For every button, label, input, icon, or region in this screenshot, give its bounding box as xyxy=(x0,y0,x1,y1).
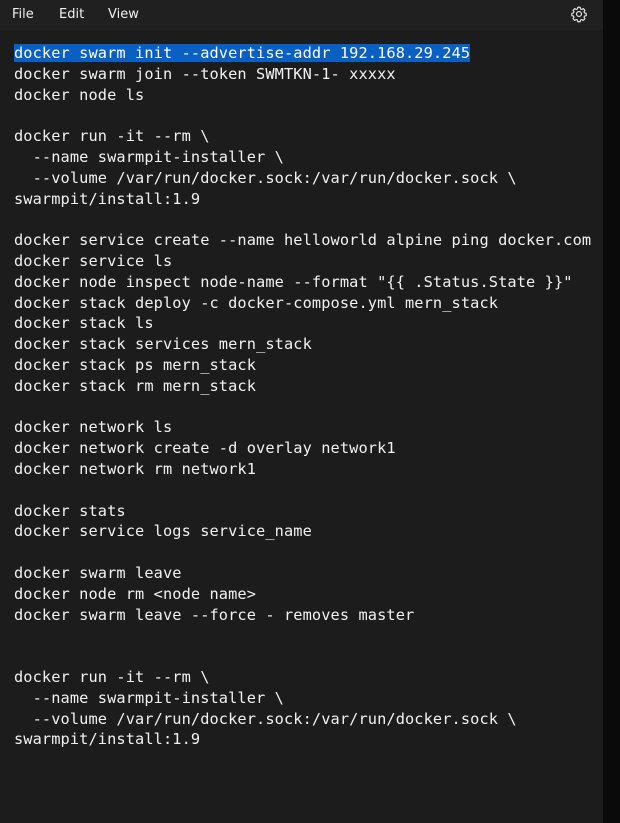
text-line[interactable]: docker stack ls xyxy=(14,313,603,334)
text-line[interactable]: --volume /var/run/docker.sock:/var/run/d… xyxy=(14,168,603,189)
text-line[interactable]: docker network rm network1 xyxy=(14,459,603,480)
text-line[interactable] xyxy=(14,397,603,418)
text-line[interactable]: docker stack rm mern_stack xyxy=(14,376,603,397)
settings-button[interactable] xyxy=(570,5,588,23)
text-line-content: docker swarm join --token SWMTKN-1- xxxx… xyxy=(14,64,396,83)
text-line-content: docker stack services mern_stack xyxy=(14,335,312,354)
text-line-content: docker stack deploy -c docker-compose.ym… xyxy=(14,293,499,312)
text-line-content: docker stack ps mern_stack xyxy=(14,355,257,374)
text-line[interactable]: docker swarm init --advertise-addr 192.1… xyxy=(14,43,603,64)
text-line[interactable]: --name swarmpit-installer \ xyxy=(14,688,603,709)
text-line-content: docker node inspect node-name --format "… xyxy=(14,272,573,291)
selected-text: docker swarm init --advertise-addr 192.1… xyxy=(14,44,471,62)
text-line[interactable]: docker network create -d overlay network… xyxy=(14,438,603,459)
text-line[interactable]: docker node ls xyxy=(14,85,603,106)
text-line[interactable] xyxy=(14,105,603,126)
text-line-content: docker network rm network1 xyxy=(14,459,257,478)
text-line-content: docker service create --name helloworld … xyxy=(14,231,592,250)
text-line[interactable] xyxy=(14,209,603,230)
text-line[interactable]: docker run -it --rm \ xyxy=(14,126,603,147)
text-line-content: docker network ls xyxy=(14,418,173,437)
text-line[interactable]: docker node rm <node name> xyxy=(14,584,603,605)
text-line[interactable]: docker swarm leave --force - removes mas… xyxy=(14,605,603,626)
menu-file[interactable]: File xyxy=(12,5,34,25)
text-line[interactable]: docker service logs service_name xyxy=(14,521,603,542)
text-line-content: --name swarmpit-installer \ xyxy=(14,147,284,166)
text-line[interactable]: docker service create --name helloworld … xyxy=(14,230,603,251)
text-line-content: docker swarm leave xyxy=(14,563,182,582)
text-editor-area[interactable]: docker swarm init --advertise-addr 192.1… xyxy=(14,43,603,750)
text-line[interactable] xyxy=(14,646,603,667)
text-line-content: --volume /var/run/docker.sock:/var/run/d… xyxy=(14,709,517,728)
text-line-content: docker node rm <node name> xyxy=(14,584,257,603)
text-line-content: docker network create -d overlay network… xyxy=(14,439,396,458)
text-line[interactable]: docker service ls xyxy=(14,251,603,272)
text-line[interactable]: --volume /var/run/docker.sock:/var/run/d… xyxy=(14,709,603,730)
menu-view[interactable]: View xyxy=(108,5,139,25)
text-line[interactable]: docker swarm leave xyxy=(14,563,603,584)
text-line[interactable] xyxy=(14,625,603,646)
text-line-content: docker stack rm mern_stack xyxy=(14,376,257,395)
text-line-content: docker service logs service_name xyxy=(14,522,312,541)
text-line[interactable]: docker run -it --rm \ xyxy=(14,667,603,688)
text-line-content: --name swarmpit-installer \ xyxy=(14,688,284,707)
text-line[interactable]: docker stack services mern_stack xyxy=(14,334,603,355)
text-line[interactable]: swarmpit/install:1.9 xyxy=(14,189,603,210)
menu-bar: File Edit View xyxy=(0,0,603,30)
text-line-content: docker swarm leave --force - removes mas… xyxy=(14,605,415,624)
text-line-content: docker run -it --rm \ xyxy=(14,667,210,686)
text-line-content: docker stack ls xyxy=(14,314,154,333)
text-line-content: docker node ls xyxy=(14,85,145,104)
text-line-content: docker service ls xyxy=(14,251,173,270)
text-line[interactable] xyxy=(14,542,603,563)
text-line[interactable]: docker stack ps mern_stack xyxy=(14,355,603,376)
gear-icon xyxy=(571,6,587,23)
notepad-window: File Edit View docker swarm init --adver… xyxy=(0,0,603,823)
text-line-content: swarmpit/install:1.9 xyxy=(14,189,201,208)
menu-edit[interactable]: Edit xyxy=(59,5,84,25)
text-line[interactable]: swarmpit/install:1.9 xyxy=(14,729,603,750)
text-line[interactable]: docker node inspect node-name --format "… xyxy=(14,272,603,293)
text-line[interactable]: docker swarm join --token SWMTKN-1- xxxx… xyxy=(14,64,603,85)
text-line-content: --volume /var/run/docker.sock:/var/run/d… xyxy=(14,168,517,187)
window-edge xyxy=(603,0,620,823)
text-line[interactable] xyxy=(14,480,603,501)
text-line-content: swarmpit/install:1.9 xyxy=(14,730,201,749)
text-line[interactable]: --name swarmpit-installer \ xyxy=(14,147,603,168)
text-line-content: docker stats xyxy=(14,501,126,520)
text-line-content: docker run -it --rm \ xyxy=(14,127,210,146)
text-line[interactable]: docker network ls xyxy=(14,417,603,438)
text-line[interactable]: docker stats xyxy=(14,501,603,522)
text-line[interactable]: docker stack deploy -c docker-compose.ym… xyxy=(14,293,603,314)
